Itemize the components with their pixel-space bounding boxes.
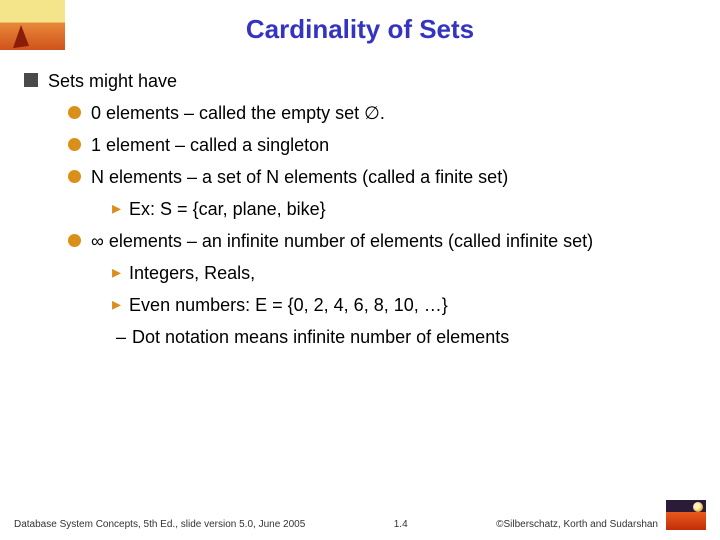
text: Integers, Reals, [129, 261, 255, 285]
text: Even numbers: E = {0, 2, 4, 6, 8, 10, …} [129, 293, 448, 317]
dot-bullet-icon [68, 170, 81, 183]
dot-bullet-icon [68, 106, 81, 119]
arrow-bullet-icon: ▸ [112, 261, 121, 283]
footer: Database System Concepts, 5th Ed., slide… [0, 500, 720, 530]
text: Sets might have [48, 69, 177, 93]
text: 1 element – called a singleton [91, 133, 329, 157]
arrow-bullet-icon: ▸ [112, 293, 121, 315]
text: Ex: S = {car, plane, bike} [129, 197, 326, 221]
slide-content: Sets might have 0 elements – called the … [0, 51, 720, 349]
bullet-level3: ▸ Even numbers: E = {0, 2, 4, 6, 8, 10, … [112, 293, 698, 317]
dot-bullet-icon [68, 138, 81, 151]
text: ∞ elements – an infinite number of eleme… [91, 229, 593, 253]
slide-title: Cardinality of Sets [0, 0, 720, 51]
dot-bullet-icon [68, 234, 81, 247]
footer-center: 1.4 [394, 519, 408, 530]
footer-right: ©Silberschatz, Korth and Sudarshan [496, 519, 658, 530]
dash-bullet-icon: – [116, 327, 126, 348]
bullet-level2: 1 element – called a singleton [68, 133, 698, 157]
bullet-level3: ▸ Ex: S = {car, plane, bike} [112, 197, 698, 221]
bullet-level2: ∞ elements – an infinite number of eleme… [68, 229, 698, 253]
logo-bottom [666, 500, 706, 530]
bullet-level2: N elements – a set of N elements (called… [68, 165, 698, 189]
arrow-bullet-icon: ▸ [112, 197, 121, 219]
logo-top [0, 0, 65, 50]
square-bullet-icon [24, 73, 38, 87]
bullet-level4: – Dot notation means infinite number of … [116, 325, 698, 349]
text: 0 elements – called the empty set ∅. [91, 101, 385, 125]
footer-left: Database System Concepts, 5th Ed., slide… [14, 519, 305, 530]
bullet-level3: ▸ Integers, Reals, [112, 261, 698, 285]
text: N elements – a set of N elements (called… [91, 165, 508, 189]
bullet-level2: 0 elements – called the empty set ∅. [68, 101, 698, 125]
text: Dot notation means infinite number of el… [132, 325, 509, 349]
bullet-level1: Sets might have [24, 69, 698, 93]
